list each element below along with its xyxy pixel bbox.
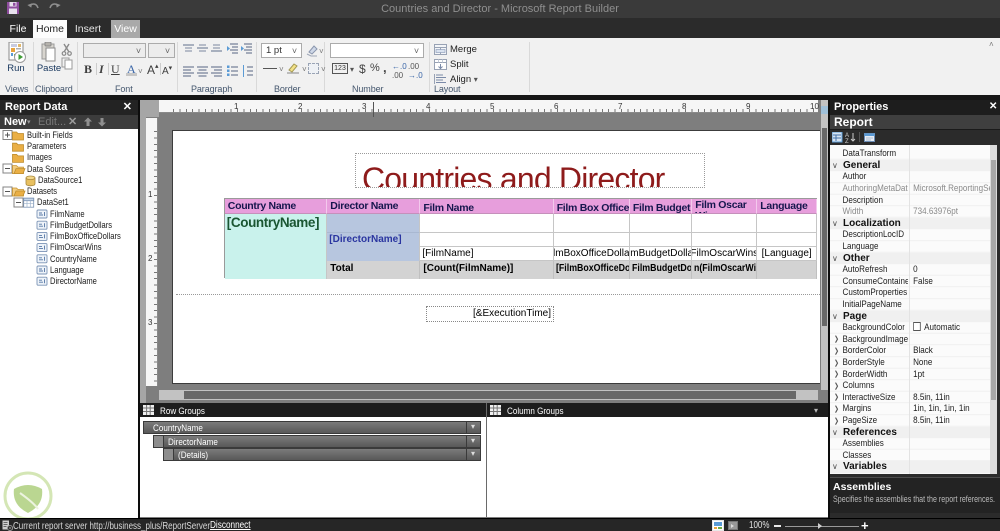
svg-text:Z: Z [845,139,849,143]
